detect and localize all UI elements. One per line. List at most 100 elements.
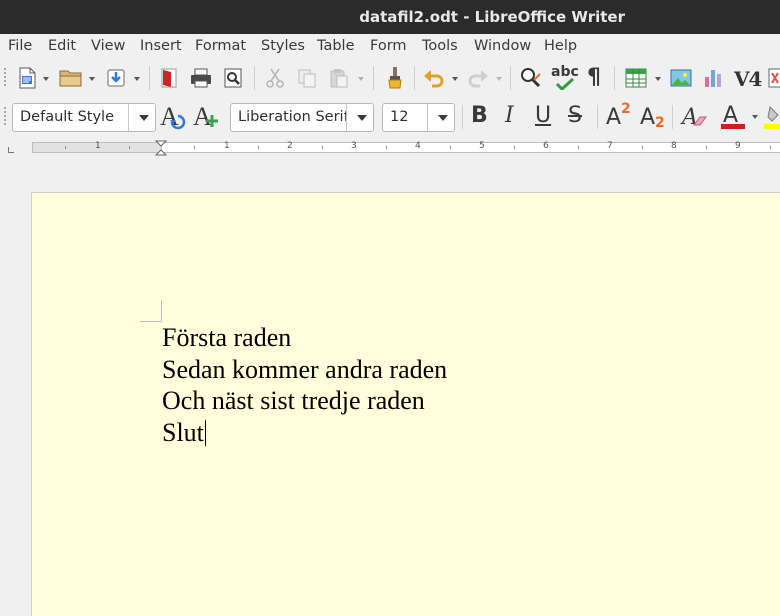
- font-name-dropdown-button[interactable]: [346, 104, 373, 131]
- menu-table[interactable]: Table: [317, 38, 355, 54]
- paste-icon[interactable]: [328, 67, 350, 89]
- font-size-value: 12: [390, 109, 409, 125]
- ruler-number: 4: [415, 141, 421, 151]
- document-line[interactable]: Sedan kommer andra raden: [162, 354, 447, 386]
- clone-formatting-icon[interactable]: [384, 66, 406, 90]
- chevron-down-icon: [438, 115, 448, 121]
- ruler-tick: [450, 146, 451, 149]
- print-icon[interactable]: [189, 67, 213, 89]
- window-title: datafil2.odt - LibreOffice Writer: [359, 8, 625, 26]
- document-line-last[interactable]: Slut: [162, 417, 447, 449]
- chevron-down-icon: [357, 115, 367, 121]
- superscript-button[interactable]: A 2: [606, 101, 634, 131]
- ruler-tick: [770, 146, 771, 149]
- redo-icon[interactable]: [467, 67, 489, 89]
- menu-help[interactable]: Help: [544, 38, 577, 54]
- font-size-dropdown-button[interactable]: [427, 104, 454, 131]
- document-body[interactable]: Första raden Sedan kommer andra raden Oc…: [162, 322, 447, 448]
- separator: [462, 105, 463, 129]
- separator: [510, 66, 511, 90]
- redo-dropdown-arrow[interactable]: [496, 77, 502, 81]
- superscript-exponent: 2: [621, 101, 631, 117]
- ruler-number: 6: [543, 141, 549, 151]
- ruler-number: 8: [671, 141, 677, 151]
- paragraph-style-combobox[interactable]: Default Style: [12, 103, 156, 132]
- subscript-button[interactable]: A 2: [640, 103, 668, 131]
- new-style-icon[interactable]: A: [193, 102, 221, 132]
- paragraph-style-value: Default Style: [20, 109, 115, 125]
- save-dropdown-arrow[interactable]: [134, 77, 140, 81]
- subscript-exponent: 2: [655, 115, 665, 131]
- undo-icon[interactable]: [423, 67, 445, 89]
- insert-chart-icon[interactable]: [702, 67, 726, 89]
- menu-format[interactable]: Format: [195, 38, 246, 54]
- paste-dropdown-arrow[interactable]: [358, 77, 364, 81]
- insert-special-icon[interactable]: [767, 67, 780, 89]
- font-name-combobox[interactable]: Liberation Serif: [230, 103, 374, 132]
- ruler-tick: [642, 146, 643, 149]
- menu-edit[interactable]: Edit: [48, 38, 76, 54]
- copy-icon[interactable]: [296, 67, 318, 89]
- undo-dropdown-arrow[interactable]: [452, 77, 458, 81]
- new-dropdown-arrow[interactable]: [43, 77, 49, 81]
- separator: [414, 66, 415, 90]
- formatting-marks-icon[interactable]: ¶: [587, 65, 601, 90]
- print-preview-icon[interactable]: [222, 67, 244, 89]
- spelling-icon[interactable]: abc: [551, 64, 579, 92]
- export-pdf-icon[interactable]: [158, 67, 180, 89]
- open-folder-icon[interactable]: [59, 68, 83, 88]
- cut-icon[interactable]: [264, 67, 286, 89]
- insert-table-icon[interactable]: [624, 67, 648, 89]
- ruler-tick: [322, 146, 323, 149]
- indent-marker-icon[interactable]: [155, 140, 167, 156]
- italic-button[interactable]: I: [505, 103, 514, 128]
- strikethrough-button[interactable]: S: [568, 103, 582, 128]
- open-dropdown-arrow[interactable]: [89, 77, 95, 81]
- tab-stop-selector[interactable]: [8, 147, 14, 153]
- menu-file[interactable]: File: [8, 38, 32, 54]
- menu-tools[interactable]: Tools: [422, 38, 458, 54]
- ruler-tick: [258, 146, 259, 149]
- toolbar-grip[interactable]: [4, 68, 7, 88]
- document-line[interactable]: Första raden: [162, 322, 447, 354]
- insert-image-icon[interactable]: [669, 67, 693, 89]
- subscript-base: A: [640, 105, 656, 130]
- ruler-tick: [386, 146, 387, 149]
- update-style-icon[interactable]: A: [160, 102, 188, 132]
- ruler-number: 3: [351, 141, 357, 151]
- separator: [373, 66, 374, 90]
- ruler-tick: [514, 146, 515, 149]
- menu-insert[interactable]: Insert: [140, 38, 182, 54]
- save-icon[interactable]: [105, 67, 127, 89]
- clear-formatting-icon[interactable]: A: [682, 103, 710, 131]
- bold-button[interactable]: B: [471, 103, 488, 128]
- paragraph-style-dropdown-button[interactable]: [128, 104, 155, 131]
- document-line-text[interactable]: Slut: [162, 418, 204, 447]
- highlighting-color-icon[interactable]: [764, 103, 780, 133]
- separator: [597, 105, 598, 129]
- horizontal-ruler[interactable]: 1 1 2 3 4 5 6 7 8 9: [0, 137, 780, 159]
- menu-styles[interactable]: Styles: [261, 38, 305, 54]
- font-color-button[interactable]: A: [720, 102, 748, 132]
- separator: [254, 66, 255, 90]
- new-document-icon[interactable]: [16, 67, 38, 89]
- font-size-combobox[interactable]: 12: [382, 103, 455, 132]
- ruler-number: 2: [287, 141, 293, 151]
- ruler-tick: [194, 146, 195, 149]
- ruler-number: 1: [95, 141, 101, 151]
- formatting-toolbar: Default Style A A Liberation Serif 12 B …: [0, 97, 780, 137]
- font-color-dropdown-arrow[interactable]: [752, 115, 758, 119]
- table-dropdown-arrow[interactable]: [655, 77, 661, 81]
- underline-button[interactable]: U: [535, 103, 551, 128]
- ruler-number: 7: [607, 141, 613, 151]
- menu-form[interactable]: Form: [370, 38, 407, 54]
- document-line[interactable]: Och näst sist tredje raden: [162, 385, 447, 417]
- font-name-value: Liberation Serif: [238, 109, 349, 125]
- menu-window[interactable]: Window: [474, 38, 531, 54]
- find-replace-icon[interactable]: [519, 66, 543, 90]
- insert-field-icon[interactable]: V4: [734, 67, 762, 91]
- menu-bar: File Edit View Insert Format Styles Tabl…: [0, 34, 780, 59]
- menu-view[interactable]: View: [91, 38, 125, 54]
- title-bar: datafil2.odt - LibreOffice Writer: [0, 0, 780, 34]
- toolbar-grip[interactable]: [4, 107, 7, 127]
